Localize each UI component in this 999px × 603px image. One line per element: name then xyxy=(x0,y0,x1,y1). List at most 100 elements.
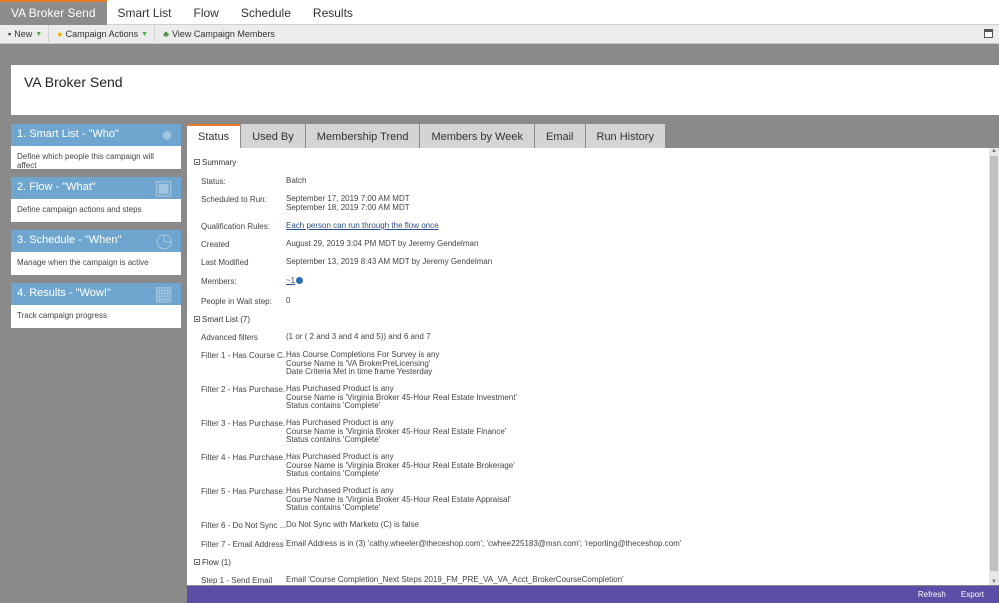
tab-status[interactable]: Status xyxy=(187,124,241,148)
scroll-up-icon[interactable]: ▲ xyxy=(991,148,997,154)
row-label: People in Wait step: xyxy=(201,297,272,306)
gray-band xyxy=(0,44,999,65)
flow-section-toggle[interactable]: Flow (1) xyxy=(194,558,231,567)
section-heading: Summary xyxy=(202,158,237,167)
row-value: Email 'Course Completion_Next Steps 2019… xyxy=(286,575,624,584)
export-button[interactable]: Export xyxy=(961,590,984,599)
step-title: 1. Smart List - "Who" xyxy=(17,128,119,140)
step-flow[interactable]: 2. Flow - "What" ▣ Define campaign actio… xyxy=(11,177,181,222)
toolbar: ▪ New ▼ ● Campaign Actions ▼ ♣ View Camp… xyxy=(0,24,999,44)
step-desc: Track campaign progress xyxy=(11,305,181,328)
filter-line: Status contains 'Complete' xyxy=(286,401,381,410)
members-link[interactable]: ~1 xyxy=(286,276,295,285)
filter-row: Filter 1 - Has Course C... Has Course Co… xyxy=(201,350,439,377)
filter-label: Filter 7 - Email Address xyxy=(201,540,284,549)
row-label: Step 1 - Send Email xyxy=(201,576,273,585)
summary-section-toggle[interactable]: Summary xyxy=(194,158,236,167)
filter-row: Filter 3 - Has Purchase... Has Purchased… xyxy=(201,418,506,445)
tab-members-by-week[interactable]: Members by Week xyxy=(420,124,534,148)
filter-label: Filter 1 - Has Course C... xyxy=(201,351,286,360)
lightbulb-icon: ● xyxy=(57,29,63,39)
filter-row: Filter 2 - Has Purchase... Has Purchased… xyxy=(201,384,517,411)
filter-line: Date Criteria Met in time frame Yesterda… xyxy=(286,367,433,376)
created-row: Created August 29, 2019 3:04 PM MDT by J… xyxy=(201,239,478,249)
row-label: Members: xyxy=(201,277,237,286)
filter-row: Filter 5 - Has Purchase... Has Purchased… xyxy=(201,486,511,513)
step-results-title[interactable]: 4. Results - "Wow!" ▦ xyxy=(11,283,181,305)
members-row: Members: ~1 xyxy=(201,276,304,286)
step-results[interactable]: 4. Results - "Wow!" ▦ Track campaign pro… xyxy=(11,283,181,328)
top-tab-bar: VA Broker Send Smart List Flow Schedule … xyxy=(0,0,999,25)
top-tab-schedule[interactable]: Schedule xyxy=(230,0,302,25)
campaign-actions-button[interactable]: ● Campaign Actions ▼ xyxy=(49,24,156,44)
flow-icon: ▣ xyxy=(154,177,173,199)
filter-value: Has Course Completions For Survey is any… xyxy=(286,350,439,377)
step-title: 4. Results - "Wow!" xyxy=(17,287,111,299)
schedule-line: September 18, 2019 7:00 AM MDT xyxy=(286,202,410,212)
globe-icon[interactable] xyxy=(296,277,304,284)
flow-step-row: Step 1 - Send Email Email 'Course Comple… xyxy=(201,575,624,585)
tab-membership-trend[interactable]: Membership Trend xyxy=(305,124,420,148)
section-heading: Flow (1) xyxy=(202,558,231,567)
page-title: VA Broker Send xyxy=(24,74,123,90)
row-label: Created xyxy=(201,240,230,249)
step-title: 2. Flow - "What" xyxy=(17,181,96,193)
filter-line: Status contains 'Complete' xyxy=(286,469,381,478)
tab-used-by[interactable]: Used By xyxy=(241,124,305,148)
refresh-button[interactable]: Refresh xyxy=(918,590,946,599)
vertical-scrollbar[interactable]: ▲ ▼ xyxy=(989,148,999,585)
filter-value: Has Purchased Product is any Course Name… xyxy=(286,418,506,445)
step-desc: Define which people this campaign will a… xyxy=(11,146,181,170)
new-button[interactable]: ▪ New ▼ xyxy=(0,24,50,44)
step-title: 3. Schedule - "When" xyxy=(17,234,122,246)
people-icon: ♣ xyxy=(163,29,169,39)
wait-row: People in Wait step: 0 xyxy=(201,296,291,306)
collapse-icon xyxy=(194,159,200,165)
tab-run-history[interactable]: Run History xyxy=(585,124,665,148)
qualification-link[interactable]: Each person can run through the flow onc… xyxy=(286,221,439,231)
step-schedule-title[interactable]: 3. Schedule - "When" ◷ xyxy=(11,230,181,252)
filter-label: Filter 4 - Has Purchase... xyxy=(201,453,286,462)
top-tab-results[interactable]: Results xyxy=(302,0,364,25)
filter-row: Filter 6 - Do Not Sync ... Do Not Sync w… xyxy=(201,520,419,530)
panel-footer: Refresh Export xyxy=(187,586,999,603)
filter-value: Has Purchased Product is any Course Name… xyxy=(286,452,515,479)
table-icon: ▦ xyxy=(154,283,173,305)
step-smart-list[interactable]: 1. Smart List - "Who" ● Define which peo… xyxy=(11,124,181,170)
step-schedule[interactable]: 3. Schedule - "When" ◷ Manage when the c… xyxy=(11,230,181,275)
row-label: Scheduled to Run: xyxy=(201,195,267,204)
scroll-down-icon[interactable]: ▼ xyxy=(991,579,997,585)
new-label: New xyxy=(14,29,33,39)
status-row: Status: Batch xyxy=(201,176,306,186)
section-heading: Smart List (7) xyxy=(202,315,251,324)
top-tab-smart-list[interactable]: Smart List xyxy=(107,0,183,25)
smart-list-section-toggle[interactable]: Smart List (7) xyxy=(194,315,250,324)
people-icon: ● xyxy=(160,124,173,146)
campaign-panel: Status Used By Membership Trend Members … xyxy=(187,124,999,603)
row-label: Advanced filters xyxy=(201,333,258,342)
step-smart-list-title[interactable]: 1. Smart List - "Who" ● xyxy=(11,124,181,146)
step-flow-title[interactable]: 2. Flow - "What" ▣ xyxy=(11,177,181,199)
scrollbar-thumb[interactable] xyxy=(990,156,998,571)
filter-value: Email Address is in (3) 'cathy.wheeler@t… xyxy=(286,539,682,548)
caret-down-icon: ▼ xyxy=(35,30,43,38)
top-tab-flow[interactable]: Flow xyxy=(183,0,230,25)
view-campaign-members-button[interactable]: ♣ View Campaign Members xyxy=(155,25,281,44)
step-desc: Manage when the campaign is active xyxy=(11,252,181,275)
panel-tabs: Status Used By Membership Trend Members … xyxy=(187,124,999,148)
row-value: September 13, 2019 8:43 AM MDT by Jeremy… xyxy=(286,257,493,266)
row-value: 0 xyxy=(286,296,291,305)
filter-value: Has Purchased Product is any Course Name… xyxy=(286,486,511,513)
tab-email[interactable]: Email xyxy=(534,124,585,148)
top-tab-campaign[interactable]: VA Broker Send xyxy=(0,0,107,25)
filter-label: Filter 6 - Do Not Sync ... xyxy=(201,521,286,530)
step-desc: Define campaign actions and steps xyxy=(11,199,181,222)
row-label: Qualification Rules: xyxy=(201,222,270,231)
filter-line: Status contains 'Complete' xyxy=(286,503,381,512)
filter-line: Status contains 'Complete' xyxy=(286,435,381,444)
window-icon[interactable] xyxy=(984,29,993,38)
view-members-label: View Campaign Members xyxy=(171,29,275,39)
campaign-header: VA Broker Send xyxy=(11,65,999,115)
filter-label: Filter 2 - Has Purchase... xyxy=(201,385,286,394)
document-icon: ▪ xyxy=(8,29,12,39)
